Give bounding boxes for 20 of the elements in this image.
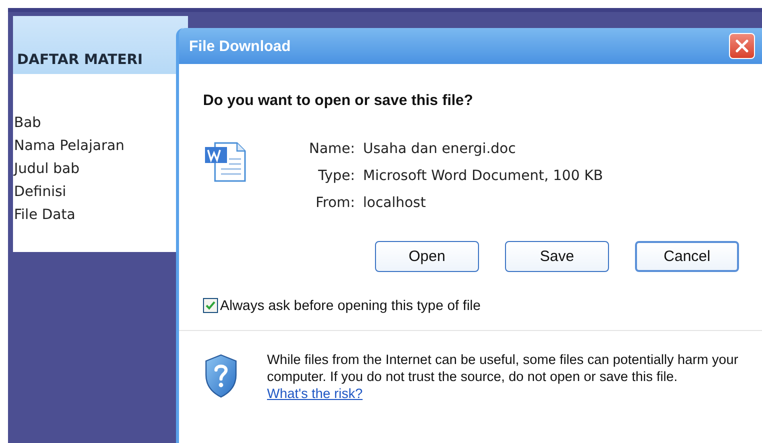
checkbox-label[interactable]: Always ask before opening this type of file: [220, 297, 481, 313]
close-button[interactable]: [729, 33, 755, 59]
dialog-button[interactable]: Save: [505, 241, 609, 272]
field-value: Usaha dan energi.doc: [363, 141, 517, 157]
field-value: localhost: [363, 195, 427, 211]
warning-text: While files from the Internet can be useful, some files can potentially harm your computer. If you do not trust the source, do not open or save this file. What's the risk?: [267, 351, 740, 402]
field-label: Type:: [317, 168, 355, 184]
dialog-question: Do you want to open or save this file?: [203, 92, 474, 109]
panel-title: DAFTAR MATERI: [17, 52, 143, 68]
close-icon: [735, 39, 749, 53]
checkbox[interactable]: [203, 298, 218, 312]
field-label: From:: [314, 195, 355, 211]
dialog-button[interactable]: Open: [375, 241, 479, 272]
field-value: Microsoft Word Document, 100 KB: [363, 168, 603, 184]
risk-link[interactable]: What's the risk?: [267, 386, 363, 401]
word-document-icon: [203, 141, 247, 183]
window-title: File Download: [189, 38, 291, 54]
shield-question-icon: [203, 353, 239, 399]
field-label: Name:: [308, 141, 355, 157]
dialog-button[interactable]: Cancel: [635, 241, 739, 272]
